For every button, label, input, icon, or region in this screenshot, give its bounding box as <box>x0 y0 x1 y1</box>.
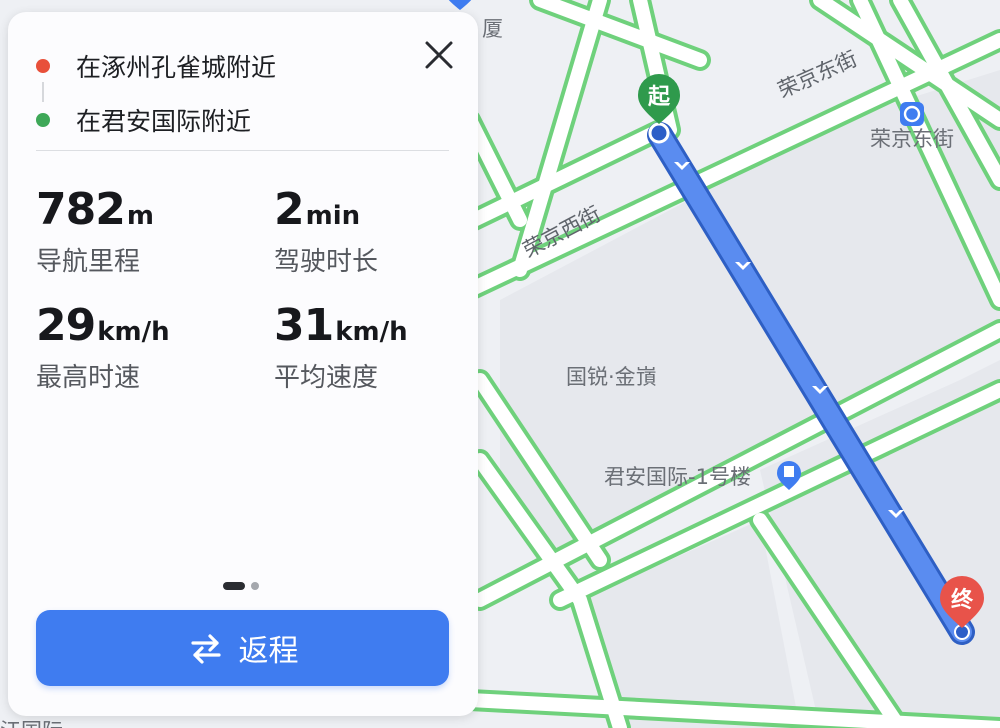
poi-label-building[interactable]: 国锐·金嵿 <box>566 365 657 389</box>
destination-dot-icon <box>36 113 50 127</box>
street-label-rongjing-east: 荣京东街 <box>774 46 860 102</box>
stat-distance-value: 782 <box>36 184 126 235</box>
poi-label-top-fragment: 厦 <box>482 17 503 41</box>
poi-label-junan[interactable]: 君安国际-1号楼 <box>604 465 751 489</box>
stat-duration-unit: min <box>305 201 361 231</box>
return-trip-button[interactable]: 返程 <box>36 610 449 686</box>
page-dot-active[interactable] <box>223 582 245 590</box>
stat-duration: 2 min 驾驶时长 <box>274 184 378 278</box>
stat-distance: 782 m 导航里程 <box>36 184 154 278</box>
swap-arrows-icon <box>190 634 221 664</box>
poi-pin-top-icon <box>448 0 472 10</box>
route-origin-text: 在涿州孔雀城附近 <box>76 53 277 82</box>
route-connector <box>42 82 44 102</box>
stat-avg-speed-value: 31 <box>274 300 334 351</box>
stat-max-speed: 29 km/h 最高时速 <box>36 300 170 394</box>
stat-duration-value: 2 <box>274 184 305 235</box>
stat-distance-label: 导航里程 <box>36 247 141 277</box>
panel-divider <box>36 150 449 151</box>
page-indicator[interactable] <box>223 582 259 590</box>
stat-avg-speed-label: 平均速度 <box>274 363 379 393</box>
close-icon <box>425 41 453 69</box>
stat-max-speed-label: 最高时速 <box>36 363 141 393</box>
page-dot-inactive[interactable] <box>251 582 259 590</box>
stat-avg-speed: 31 km/h 平均速度 <box>274 300 408 394</box>
stat-distance-unit: m <box>126 201 154 231</box>
route-origin-row: 在涿州孔雀城附近 <box>36 48 276 84</box>
metro-station-icon[interactable] <box>900 102 924 126</box>
stat-max-speed-unit: km/h <box>97 317 170 347</box>
origin-dot-icon <box>36 59 50 73</box>
poi-label-bottom-fragment: 江国际 <box>0 719 63 728</box>
route-destination-text: 在君安国际附近 <box>76 107 252 136</box>
return-trip-label: 返程 <box>238 634 299 669</box>
stat-avg-speed-unit: km/h <box>335 317 408 347</box>
close-button[interactable] <box>422 38 456 72</box>
trip-summary-panel: 在涿州孔雀城附近 在君安国际附近 782 m 导航里程 2 min 驾驶时长 29 k… <box>8 12 478 716</box>
poi-label-metro[interactable]: 荣京东街 <box>870 127 954 151</box>
start-marker-label: 起 <box>647 85 671 110</box>
stat-duration-label: 驾驶时长 <box>274 247 379 277</box>
stat-max-speed-value: 29 <box>36 300 96 351</box>
end-marker-label: 终 <box>951 587 974 613</box>
route-destination-row: 在君安国际附近 <box>36 102 251 138</box>
